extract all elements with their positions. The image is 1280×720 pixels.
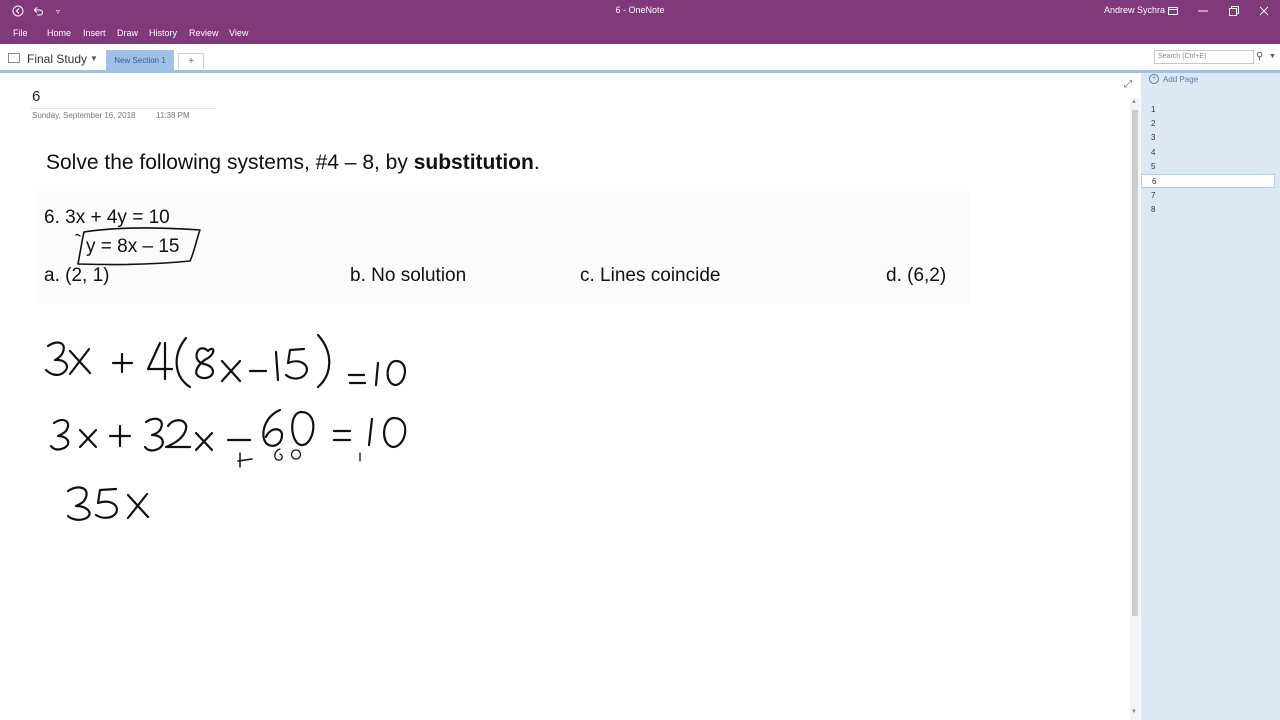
- page-list-item[interactable]: 3: [1141, 131, 1275, 145]
- ink-0: [386, 359, 406, 387]
- back-icon: [12, 5, 24, 17]
- add-page-button[interactable]: + Add Page: [1149, 74, 1198, 84]
- chevron-down-icon[interactable]: ▼: [90, 54, 98, 63]
- ink-circle-tail: [75, 233, 81, 237]
- ink-4: [146, 341, 174, 381]
- ink-1: [374, 361, 380, 387]
- quick-access-customize-button[interactable]: ▿: [50, 3, 66, 19]
- handwritten-ink[interactable]: [0, 73, 1130, 720]
- ink-3: [44, 341, 68, 376]
- page-list-item[interactable]: 8: [1141, 203, 1275, 217]
- tab-history[interactable]: History: [149, 28, 177, 38]
- ink-5: [94, 487, 118, 519]
- ink-0-small: [290, 449, 302, 460]
- ink-6-small: [274, 448, 283, 461]
- page-list-item-selected[interactable]: 6: [1141, 174, 1275, 188]
- ink-5: [284, 347, 308, 380]
- ink-plus-small: [237, 452, 253, 468]
- minimize-icon: [1198, 10, 1208, 12]
- ink-plus: [108, 424, 132, 448]
- add-section-button[interactable]: +: [178, 53, 204, 69]
- section-tab-label: New Section 1: [114, 55, 166, 65]
- tab-review[interactable]: Review: [189, 28, 219, 38]
- ribbon-tabs: File Home Insert Draw History Review Vie…: [0, 22, 1280, 44]
- tab-file[interactable]: File: [13, 28, 28, 38]
- back-button[interactable]: [10, 3, 26, 19]
- page-list-item[interactable]: 1: [1141, 103, 1275, 117]
- ribbon-display-icon: [1168, 7, 1178, 15]
- chevron-down-icon: ▿: [55, 6, 60, 16]
- ink-equals: [332, 429, 352, 442]
- ink-x: [126, 492, 150, 520]
- ink-1: [367, 417, 374, 447]
- ink-x: [220, 359, 242, 383]
- undo-icon: [33, 7, 44, 16]
- search-input[interactable]: Search (Ctrl+E): [1154, 50, 1254, 64]
- ink-paren-open: [175, 336, 192, 389]
- title-bar: ▿ 6 - OneNote Andrew Sychra: [0, 0, 1280, 22]
- ink-3: [143, 417, 164, 452]
- page-list-pane: + Add Page 1 2 3 4 5 6 7 8: [1141, 73, 1280, 720]
- section-tab-active[interactable]: New Section 1: [106, 50, 174, 70]
- ink-3: [66, 486, 91, 521]
- ink-plus: [111, 352, 134, 374]
- ink-6: [262, 408, 284, 447]
- scroll-up-icon[interactable]: ▲: [1131, 99, 1137, 105]
- page-list-item[interactable]: 7: [1141, 189, 1275, 203]
- page-list-item[interactable]: 4: [1141, 146, 1275, 160]
- plus-circle-icon: +: [1149, 74, 1159, 84]
- page-list-item[interactable]: 5: [1141, 160, 1275, 174]
- ink-equals: [347, 373, 367, 385]
- section-bar: Final Study ▼ New Section 1 + Search (Ct…: [0, 44, 1280, 73]
- tab-insert[interactable]: Insert: [83, 28, 106, 38]
- undo-button[interactable]: [30, 3, 46, 19]
- search-icon[interactable]: ⚲: [1256, 51, 1263, 62]
- tab-home[interactable]: Home: [47, 28, 71, 38]
- ink-x: [194, 431, 214, 452]
- restore-icon: [1229, 6, 1239, 16]
- user-name[interactable]: Andrew Sychra: [1104, 5, 1165, 15]
- plus-icon: +: [188, 56, 194, 67]
- ink-2: [164, 419, 192, 449]
- ink-circle-stroke: [77, 227, 201, 266]
- page-canvas[interactable]: 6 Sunday, September 16, 2018 11:38 PM ⤢ …: [0, 73, 1132, 720]
- tab-view[interactable]: View: [229, 28, 248, 38]
- ink-x: [78, 428, 98, 449]
- scrollbar-thumb[interactable]: [1132, 110, 1138, 616]
- scroll-down-icon[interactable]: ▼: [1131, 709, 1137, 715]
- chevron-down-icon[interactable]: ▼: [1269, 53, 1276, 60]
- ink-1: [274, 350, 280, 382]
- page-list-item[interactable]: 2: [1141, 117, 1275, 131]
- window-title: 6 - OneNote: [615, 5, 665, 15]
- ink-3: [49, 418, 70, 451]
- minimize-button[interactable]: [1190, 2, 1216, 20]
- ink-8: [195, 347, 215, 380]
- notebook-name[interactable]: Final Study: [27, 52, 87, 66]
- ink-0: [291, 410, 315, 447]
- ink-paren-close: [316, 333, 331, 389]
- ribbon-display-options-button[interactable]: [1160, 2, 1186, 20]
- restore-button[interactable]: [1221, 2, 1247, 20]
- vertical-scrollbar[interactable]: ▲ ▼: [1130, 98, 1140, 720]
- notebook-icon[interactable]: [8, 53, 20, 63]
- add-page-label: Add Page: [1163, 74, 1199, 84]
- ink-x: [68, 347, 92, 376]
- close-button[interactable]: [1251, 2, 1277, 20]
- ink-0: [383, 416, 407, 449]
- tab-draw[interactable]: Draw: [117, 28, 138, 38]
- close-icon: [1259, 6, 1269, 16]
